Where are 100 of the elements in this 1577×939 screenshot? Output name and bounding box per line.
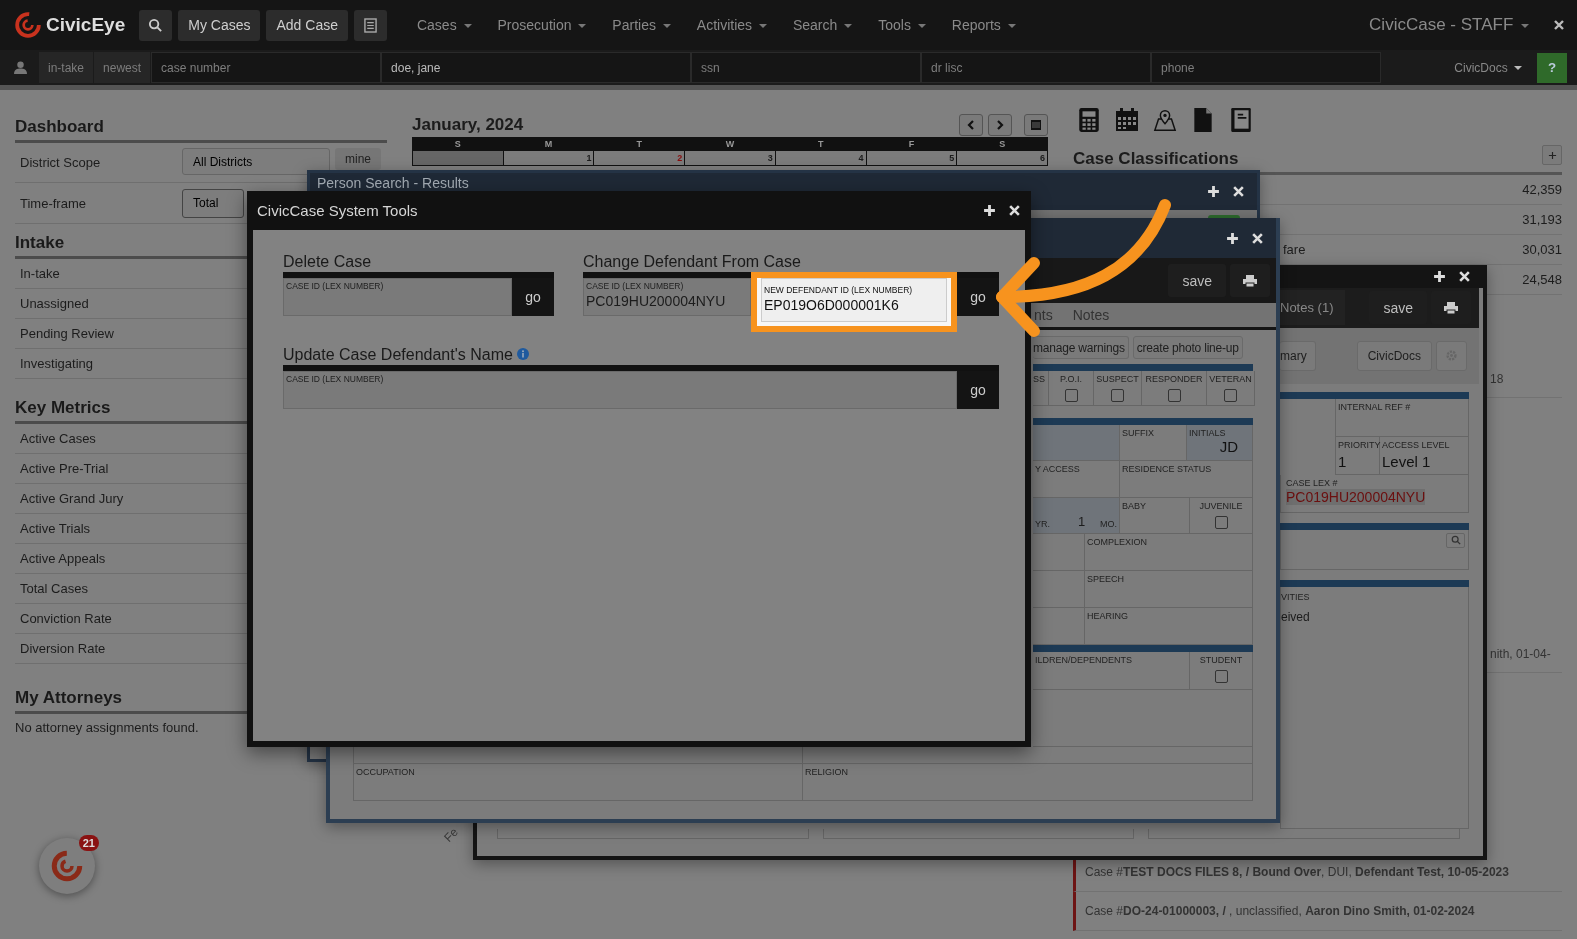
row-label: Time-frame (20, 195, 87, 211)
calendar-day[interactable]: 2 (594, 151, 685, 165)
case-id-field[interactable]: CASE ID (LEX NUMBER) PC019HU200004NYU (583, 278, 751, 316)
age-field[interactable]: YR. 1 MO. (1033, 498, 1120, 534)
search-field[interactable]: doe, jane (381, 52, 692, 83)
action-button[interactable]: create photo line-up (1132, 336, 1243, 359)
case-entry[interactable]: nith, 01-04- (1490, 647, 1551, 661)
docs-menu[interactable]: CivicDocs (1454, 60, 1522, 75)
row-label: District Scope (20, 154, 102, 170)
nav-menu[interactable]: Search (792, 17, 853, 33)
metric-link[interactable]: In-take (20, 266, 60, 281)
section-title: Change Defendant From Case (583, 253, 801, 271)
go-button[interactable]: go (957, 371, 999, 409)
field-label: P.O.I. (1060, 374, 1082, 384)
window-title: CivicCase System Tools (257, 202, 418, 219)
case-id-field[interactable]: CASE ID (LEX NUMBER) (283, 278, 512, 316)
form-field[interactable]: COMPLEXION (1085, 534, 1253, 571)
mine-button[interactable]: mine (335, 148, 381, 170)
case-entry[interactable]: Case #DO-24-01000003, / , unclassified, Aaron Dino Smith, 01-02-2024 (1085, 904, 1475, 918)
nav-menu[interactable]: Tools (878, 17, 926, 33)
weekday-header: M (543, 138, 554, 151)
field-label: VITIES (1281, 591, 1311, 602)
activity-text: eived (1281, 609, 1311, 624)
metric-link[interactable]: Conviction Rate (20, 611, 112, 626)
classification-count: 30,031 (1522, 242, 1562, 257)
weekday-header: T (816, 138, 825, 151)
scope-select[interactable]: All Districts (182, 148, 330, 175)
timeframe-select[interactable]: Total (182, 188, 244, 218)
metric-link[interactable]: Active Trials (20, 521, 91, 536)
filter-button[interactable]: in-take (39, 52, 94, 83)
action-button[interactable]: manage warnings (1033, 336, 1129, 359)
form-field[interactable]: INTERNAL REF # (1335, 398, 1469, 437)
metric-link[interactable]: Unassigned (20, 296, 89, 311)
case-entry[interactable]: Case #TEST DOCS FILES 8, / Bound Over, DUI, Defendant Test, 10-05-2023 (1085, 865, 1509, 879)
form-field[interactable]: OCCUPATION (353, 764, 803, 801)
empty-message: No attorney assignments found. (15, 720, 200, 735)
weekday-header: W (724, 138, 736, 151)
form-field[interactable]: ACCESS LEVEL Level 1 (1380, 436, 1469, 475)
classification-count: 24,548 (1522, 272, 1562, 287)
search-field[interactable]: ssn (691, 52, 922, 83)
brand-name[interactable]: CivicEye (46, 14, 126, 36)
metric-link[interactable]: Active Pre-Trial (20, 461, 109, 476)
form-field[interactable]: RELIGION (803, 764, 1253, 801)
nav-menu[interactable]: Reports (951, 17, 1016, 33)
section-title: Update Case Defendant's Name (283, 346, 513, 364)
metric-link[interactable]: Active Appeals (20, 551, 106, 566)
weekday-header: T (635, 138, 644, 151)
form-field[interactable]: PRIORITY 1 (1335, 436, 1380, 475)
metric-link[interactable]: Active Grand Jury (20, 491, 124, 506)
nav-menu[interactable]: Activities (696, 17, 767, 33)
metric-link[interactable]: Total Cases (20, 581, 88, 596)
account-menu[interactable]: CivicCase - STAFF (1369, 15, 1529, 35)
case-entry[interactable]: 18 (1490, 372, 1504, 386)
filter-button[interactable]: newest (94, 52, 151, 83)
section-title: Case Classifications (1073, 149, 1239, 169)
form-field[interactable]: ILDREN/DEPENDENTS (1033, 652, 1190, 690)
form-field[interactable]: RESIDENCE STATUS (1120, 461, 1253, 498)
case-id-field[interactable]: CASE ID (LEX NUMBER) (283, 371, 957, 409)
search-field[interactable]: dr lisc (921, 52, 1152, 83)
metric-link[interactable]: Diversion Rate (20, 641, 106, 656)
field-label: JUVENILE (1199, 501, 1243, 511)
metric-link[interactable]: Active Cases (20, 431, 96, 446)
classification-count: 42,359 (1522, 182, 1562, 197)
notes-tab[interactable]: Notes (1) (1280, 290, 1346, 326)
calendar-label: Fe (441, 825, 461, 845)
nav-menu[interactable]: Parties (612, 17, 671, 33)
form-field[interactable]: CASE LEX # PC019HU200004NYU (1280, 474, 1469, 513)
go-button[interactable]: go (957, 278, 999, 316)
save-button[interactable]: save (1168, 264, 1226, 297)
calendar-day[interactable]: 5 (866, 151, 957, 165)
nav-menu[interactable]: Cases (416, 17, 472, 33)
calendar-day[interactable]: 4 (775, 151, 866, 165)
nav-menu[interactable]: Prosecution (497, 17, 587, 33)
help-button[interactable]: ? (1537, 52, 1567, 83)
go-button[interactable]: go (512, 278, 554, 316)
weekday-header: F (907, 138, 916, 151)
form-field[interactable]: SPEECH (1085, 571, 1253, 608)
search-field[interactable]: case number (151, 52, 382, 83)
calendar-day[interactable]: 3 (685, 151, 775, 165)
field-label: SS (1033, 374, 1045, 384)
form-field[interactable]: BABY (1120, 498, 1190, 534)
search-field[interactable]: phone (1151, 52, 1382, 83)
calendar-day[interactable]: 1 (503, 151, 594, 165)
window-tab[interactable]: nts (1034, 307, 1053, 323)
month-title: January, 2024 (412, 115, 524, 135)
docs-button[interactable]: CivicDocs (1356, 340, 1432, 371)
calendar-day[interactable]: 6 (957, 151, 1047, 165)
field-label: STUDENT (1199, 655, 1243, 665)
weekday-header: S (998, 138, 1007, 151)
window-tab[interactable]: Notes (1072, 307, 1110, 323)
classification-label[interactable]: fare (1283, 242, 1306, 257)
field-label: VETERAN (1209, 374, 1252, 384)
metric-link[interactable]: Pending Review (20, 326, 114, 341)
nav-button[interactable]: Add Case (266, 9, 348, 41)
summary-button[interactable]: mary (1280, 340, 1316, 371)
new-defendant-field[interactable]: NEW DEFENDANT ID (LEX NUMBER) EP019O6D000001K6 (761, 278, 947, 322)
metric-link[interactable]: Investigating (20, 356, 93, 371)
field-label: SUSPECT (1096, 374, 1139, 384)
form-field[interactable]: INITIALS JD (1187, 425, 1253, 461)
nav-button[interactable]: My Cases (178, 9, 261, 41)
